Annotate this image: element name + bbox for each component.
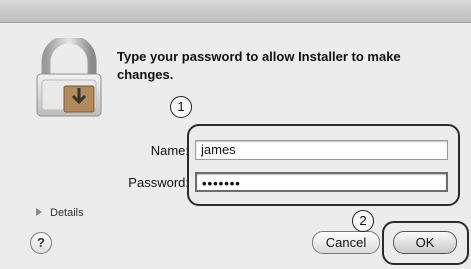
password-label: Password:	[128, 175, 189, 190]
help-button[interactable]: ?	[30, 232, 52, 254]
installer-box-icon	[63, 85, 95, 113]
window-titlebar	[0, 0, 471, 23]
name-field[interactable]	[195, 140, 448, 160]
details-disclosure[interactable]: Details	[36, 207, 84, 219]
callout-2: 2	[352, 210, 374, 232]
details-label: Details	[50, 207, 84, 219]
password-field[interactable]: •••••••	[195, 172, 448, 192]
disclosure-triangle-icon	[36, 208, 42, 216]
cancel-button[interactable]: Cancel	[312, 231, 380, 254]
ok-button[interactable]: OK	[393, 231, 457, 254]
dialog-message: Type your password to allow Installer to…	[117, 49, 401, 82]
lock-icon	[34, 34, 104, 118]
callout-1: 1	[170, 96, 192, 118]
name-label: Name:	[150, 143, 189, 158]
